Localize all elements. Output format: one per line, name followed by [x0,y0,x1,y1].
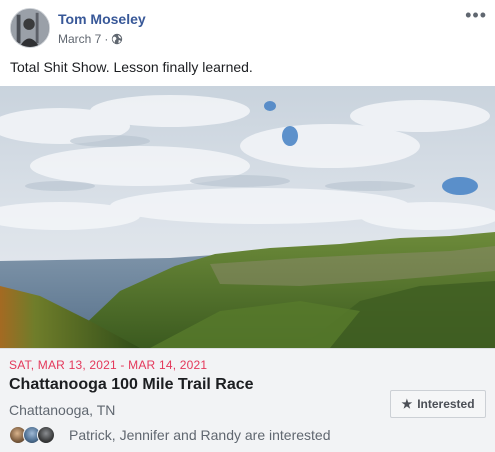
event-cover-photo[interactable] [0,86,495,348]
author-name[interactable]: Tom Moseley [58,11,146,27]
more-options-icon[interactable]: ••• [465,6,487,24]
post-text: Total Shit Show. Lesson finally learned. [10,59,253,75]
friends-interested: Patrick, Jennifer and Randy are interest… [9,426,330,444]
interested-button-label: Interested [417,397,475,411]
post-header: Tom Moseley March 7 · ••• [0,0,495,56]
friend-avatar-randy[interactable] [37,426,55,444]
globe-icon[interactable] [111,33,123,45]
interested-button[interactable]: ★ Interested [390,390,486,418]
friend-avatars [9,426,59,444]
author-avatar[interactable] [10,8,50,48]
event-card[interactable]: SAT, MAR 13, 2021 - MAR 14, 2021 Chattan… [0,348,495,452]
event-date: SAT, MAR 13, 2021 - MAR 14, 2021 [9,358,208,372]
post-meta: March 7 · [58,32,123,46]
event-title[interactable]: Chattanooga 100 Mile Trail Race [9,376,254,394]
star-icon: ★ [401,397,413,411]
event-location: Chattanooga, TN [9,402,116,418]
post-timestamp[interactable]: March 7 [58,32,101,46]
meta-separator: · [104,32,109,46]
feed-post: Tom Moseley March 7 · ••• Total Shit Sho… [0,0,495,452]
friends-interested-text[interactable]: Patrick, Jennifer and Randy are interest… [69,427,330,443]
